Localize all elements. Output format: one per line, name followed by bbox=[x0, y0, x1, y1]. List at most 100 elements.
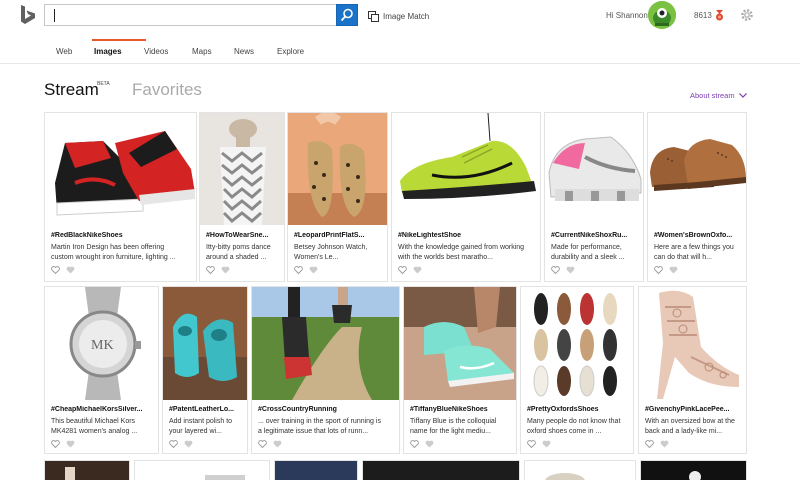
card-image[interactable] bbox=[45, 113, 196, 225]
image-card[interactable] bbox=[362, 460, 520, 480]
share-icon[interactable] bbox=[184, 440, 193, 448]
image-card[interactable] bbox=[44, 460, 130, 480]
heart-icon[interactable] bbox=[258, 440, 267, 448]
tab-favorites[interactable]: Favorites bbox=[132, 80, 202, 100]
tab-images[interactable]: Images bbox=[92, 39, 146, 64]
image-card[interactable]: #HowToWearSne... Itty-bitty poms dance a… bbox=[199, 112, 285, 282]
image-card[interactable] bbox=[640, 460, 747, 480]
card-image[interactable] bbox=[404, 287, 516, 400]
heart-icon[interactable] bbox=[51, 440, 60, 448]
search-button[interactable] bbox=[336, 4, 358, 26]
card-hashtag[interactable]: #NikeLightestShoe bbox=[398, 232, 538, 239]
heart-icon[interactable] bbox=[169, 440, 178, 448]
tab-explore[interactable]: Explore bbox=[277, 42, 317, 64]
heart-icon[interactable] bbox=[398, 266, 407, 274]
image-card[interactable]: #LeopardPrintFlatS... Betsey Johnson Wat… bbox=[287, 112, 388, 282]
card-hashtag[interactable]: #PatentLeatherLo... bbox=[169, 406, 245, 413]
image-card[interactable]: #PatentLeatherLo... Add instant polish t… bbox=[162, 286, 248, 454]
image-card[interactable] bbox=[274, 460, 358, 480]
image-card[interactable]: #CrossCountryRunning ... over training i… bbox=[251, 286, 400, 454]
share-icon[interactable] bbox=[566, 266, 575, 274]
card-image[interactable] bbox=[363, 461, 520, 480]
card-hashtag[interactable]: #RedBlackNikeShoes bbox=[51, 232, 192, 239]
tab-news[interactable]: News bbox=[234, 42, 277, 64]
share-icon[interactable] bbox=[542, 440, 551, 448]
share-icon[interactable] bbox=[425, 440, 434, 448]
card-image[interactable] bbox=[392, 113, 540, 225]
image-card[interactable]: #PrettyOxfordsShoes Many people do not k… bbox=[520, 286, 634, 454]
image-match-icon bbox=[368, 10, 379, 22]
card-hashtag[interactable]: #CheapMichaelKorsSilver... bbox=[51, 406, 156, 413]
card-hashtag[interactable]: #GivenchyPinkLacePee... bbox=[645, 406, 744, 413]
card-image[interactable] bbox=[641, 461, 747, 480]
rewards-medal-icon[interactable] bbox=[715, 10, 724, 21]
image-card[interactable]: #Women'sBrownOxfo... Here are a few thin… bbox=[647, 112, 747, 282]
card-hashtag[interactable]: #LeopardPrintFlatS... bbox=[294, 232, 384, 239]
card-image[interactable] bbox=[45, 461, 130, 480]
about-stream-dropdown[interactable]: About stream bbox=[690, 91, 747, 100]
share-icon[interactable] bbox=[309, 266, 318, 274]
rewards-points[interactable]: 8613 bbox=[694, 11, 712, 20]
tab-videos[interactable]: Videos bbox=[144, 42, 192, 64]
share-icon[interactable] bbox=[413, 266, 422, 274]
card-hashtag[interactable]: #PrettyOxfordsShoes bbox=[527, 406, 631, 413]
image-card[interactable]: #CurrentNikeShoxRu... Made for performan… bbox=[544, 112, 644, 282]
card-image[interactable] bbox=[545, 113, 643, 225]
card-image[interactable] bbox=[252, 287, 399, 400]
avatar[interactable] bbox=[648, 1, 676, 29]
card-image[interactable] bbox=[200, 113, 284, 225]
share-icon[interactable] bbox=[660, 440, 669, 448]
card-image[interactable] bbox=[648, 113, 746, 225]
brown-oxfords-image bbox=[648, 113, 746, 225]
card-hashtag[interactable]: #CurrentNikeShoxRu... bbox=[551, 232, 641, 239]
card-image[interactable]: MK bbox=[45, 287, 158, 400]
card-image[interactable] bbox=[525, 461, 636, 480]
card-image[interactable] bbox=[135, 461, 270, 480]
card-hashtag[interactable]: #HowToWearSne... bbox=[206, 232, 282, 239]
card-image[interactable] bbox=[288, 113, 387, 225]
image-match-button[interactable]: Image Match bbox=[368, 9, 429, 23]
heart-icon[interactable] bbox=[294, 266, 303, 274]
share-icon[interactable] bbox=[221, 266, 230, 274]
card-description: Add instant polish to your layered wi... bbox=[169, 417, 245, 437]
card-image[interactable] bbox=[639, 287, 746, 400]
image-card[interactable]: #GivenchyPinkLacePee... With an oversize… bbox=[638, 286, 747, 454]
user-greeting[interactable]: Hi Shannon bbox=[606, 11, 648, 20]
heart-icon[interactable] bbox=[654, 266, 663, 274]
heart-icon[interactable] bbox=[51, 266, 60, 274]
card-hashtag[interactable]: #Women'sBrownOxfo... bbox=[654, 232, 744, 239]
chevron-scarf-image bbox=[200, 113, 284, 225]
card-hashtag[interactable]: #CrossCountryRunning bbox=[258, 406, 397, 413]
image-card[interactable] bbox=[134, 460, 270, 480]
heart-icon[interactable] bbox=[645, 440, 654, 448]
card-image[interactable] bbox=[275, 461, 358, 480]
image-card[interactable]: #NikeLightestShoe With the knowledge gai… bbox=[391, 112, 541, 282]
gear-icon[interactable] bbox=[741, 9, 753, 21]
tab-stream[interactable]: Stream bbox=[44, 80, 99, 100]
tab-maps[interactable]: Maps bbox=[192, 42, 234, 64]
card-image[interactable] bbox=[521, 287, 633, 400]
share-icon[interactable] bbox=[669, 266, 678, 274]
card-description-line: Women's Le... bbox=[294, 254, 339, 261]
tab-web[interactable]: Web bbox=[56, 42, 94, 64]
image-card[interactable]: #TiffanyBlueNikeShoes Tiffany Blue is th… bbox=[403, 286, 517, 454]
heart-icon[interactable] bbox=[527, 440, 536, 448]
search-input[interactable] bbox=[44, 4, 358, 26]
card-description-line: name for the light mediu... bbox=[410, 428, 491, 435]
image-card[interactable]: MK #CheapMichaelKorsSilver... This beaut… bbox=[44, 286, 159, 454]
share-icon[interactable] bbox=[66, 266, 75, 274]
heart-icon[interactable] bbox=[410, 440, 419, 448]
card-description-line: durability and a sleek ... bbox=[551, 254, 625, 261]
card-actions bbox=[294, 266, 324, 274]
image-card[interactable]: #RedBlackNikeShoes Martin Iron Design ha… bbox=[44, 112, 197, 282]
card-image[interactable] bbox=[163, 287, 247, 400]
image-card[interactable] bbox=[524, 460, 636, 480]
card-hashtag[interactable]: #TiffanyBlueNikeShoes bbox=[410, 406, 514, 413]
heart-icon[interactable] bbox=[206, 266, 215, 274]
nike-shox-image bbox=[545, 113, 643, 225]
share-icon[interactable] bbox=[273, 440, 282, 448]
share-icon[interactable] bbox=[66, 440, 75, 448]
bing-logo[interactable] bbox=[18, 4, 38, 26]
card-actions bbox=[51, 440, 81, 448]
heart-icon[interactable] bbox=[551, 266, 560, 274]
